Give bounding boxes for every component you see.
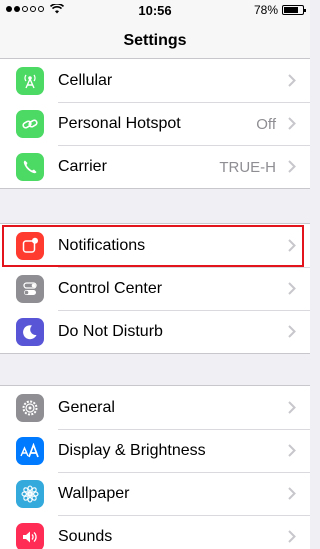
settings-row-label: Display & Brightness: [58, 442, 206, 459]
settings-row-sounds[interactable]: Sounds: [0, 515, 310, 549]
chevron-right-icon: [288, 401, 296, 414]
settings-group-connectivity: Cellular Personal Hotspot Off Carrier TR…: [0, 58, 310, 189]
settings-row-value: TRUE-H: [219, 159, 276, 176]
settings-row-label: Notifications: [58, 237, 146, 254]
status-bar: 10:56 78%: [0, 0, 310, 20]
page-title: Settings: [123, 32, 187, 49]
chevron-right-icon: [288, 530, 296, 543]
text-size-aa-icon: [16, 437, 44, 465]
chevron-right-icon: [288, 487, 296, 500]
settings-row-general[interactable]: General: [0, 386, 310, 429]
speaker-icon: [16, 523, 44, 549]
chevron-right-icon: [288, 239, 296, 252]
settings-row-label: Sounds: [58, 528, 113, 545]
hotspot-chain-icon: [16, 110, 44, 138]
wallpaper-flower-icon: [16, 480, 44, 508]
settings-row-label: Control Center: [58, 280, 163, 297]
control-center-toggles-icon: [16, 275, 44, 303]
settings-row-do-not-disturb[interactable]: Do Not Disturb: [0, 310, 310, 353]
notifications-icon: [16, 232, 44, 260]
settings-row-value: Off: [256, 116, 276, 133]
settings-row-label: Cellular: [58, 72, 113, 89]
settings-row-cellular[interactable]: Cellular: [0, 59, 310, 102]
battery-icon: [282, 5, 306, 15]
settings-row-display-brightness[interactable]: Display & Brightness: [0, 429, 310, 472]
battery-fill: [284, 7, 298, 13]
settings-row-label: Wallpaper: [58, 485, 130, 502]
settings-row-label: General: [58, 399, 115, 416]
chevron-right-icon: [288, 282, 296, 295]
settings-row-label: Carrier: [58, 158, 107, 175]
settings-row-control-center[interactable]: Control Center: [0, 267, 310, 310]
settings-row-carrier[interactable]: Carrier TRUE-H: [0, 145, 310, 188]
gear-icon: [16, 394, 44, 422]
chevron-right-icon: [288, 444, 296, 457]
settings-row-personal-hotspot[interactable]: Personal Hotspot Off: [0, 102, 310, 145]
moon-icon: [16, 318, 44, 346]
settings-row-label: Do Not Disturb: [58, 323, 163, 340]
phone-icon: [16, 153, 44, 181]
settings-group-notifications: Notifications Control Center Do Not Dist…: [0, 223, 310, 354]
chevron-right-icon: [288, 74, 296, 87]
settings-row-label: Personal Hotspot: [58, 115, 181, 132]
settings-group-general: General Display & Brightness Wallpaper S…: [0, 385, 310, 549]
settings-row-wallpaper[interactable]: Wallpaper: [0, 472, 310, 515]
cellular-antenna-icon: [16, 67, 44, 95]
chevron-right-icon: [288, 160, 296, 173]
chevron-right-icon: [288, 325, 296, 338]
chevron-right-icon: [288, 117, 296, 130]
settings-row-notifications[interactable]: Notifications: [0, 224, 310, 267]
battery-percentage: 78%: [253, 3, 278, 17]
